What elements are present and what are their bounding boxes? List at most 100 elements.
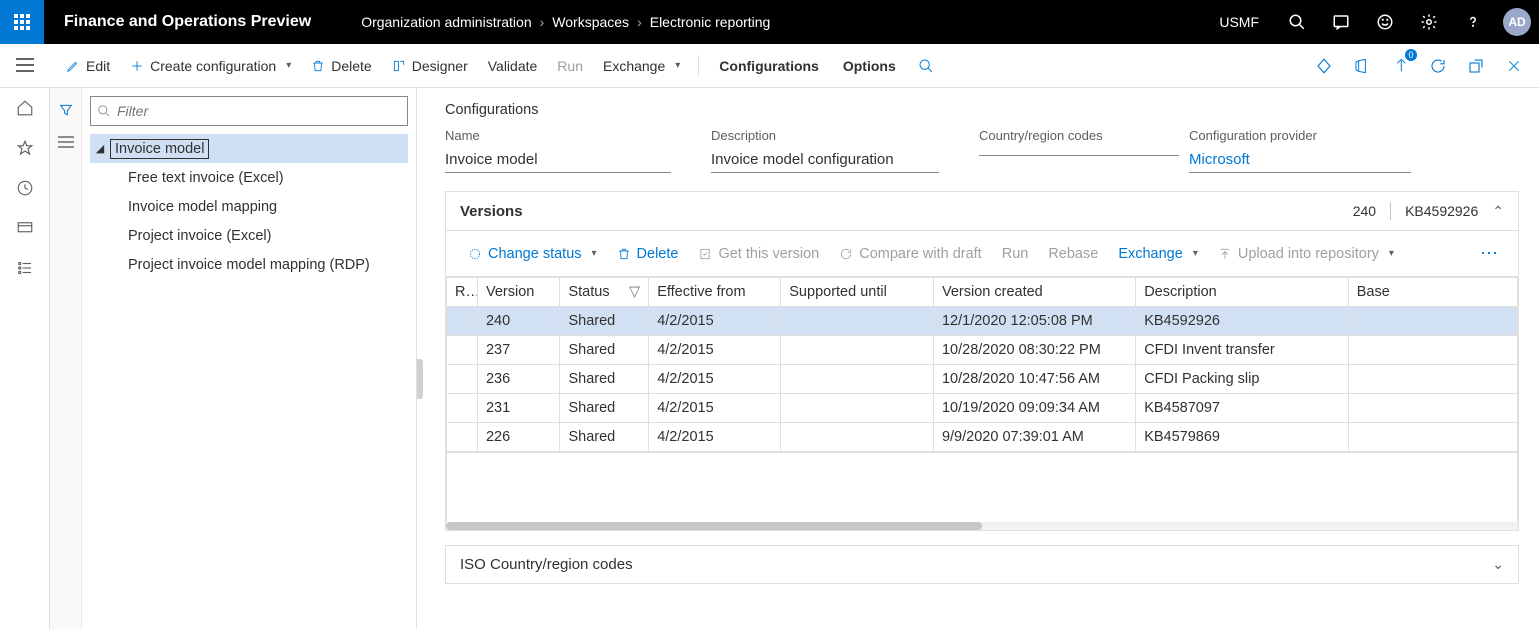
edit-button[interactable]: Edit	[56, 52, 120, 80]
options-tab[interactable]: Options	[831, 52, 908, 80]
change-status-button[interactable]: Change status▾	[458, 242, 607, 266]
cell-version[interactable]: 236	[477, 365, 560, 394]
col-header-base[interactable]: Base	[1348, 278, 1517, 307]
cell-base[interactable]	[1348, 336, 1517, 365]
cell-effective[interactable]: 4/2/2015	[649, 423, 781, 452]
cell-created[interactable]: 10/19/2020 09:09:34 AM	[933, 394, 1135, 423]
workspace-icon[interactable]	[0, 208, 50, 248]
table-row[interactable]: 231Shared4/2/2015 10/19/2020 09:09:34 AMK…	[447, 394, 1518, 423]
cell-effective[interactable]: 4/2/2015	[649, 365, 781, 394]
company-code[interactable]: USMF	[1219, 14, 1259, 30]
cell-version[interactable]: 240	[477, 307, 560, 336]
create-configuration-button[interactable]: Create configuration▾	[120, 52, 301, 80]
home-icon[interactable]	[0, 88, 50, 128]
cell-version[interactable]: 226	[477, 423, 560, 452]
cell-status[interactable]: Shared	[560, 336, 649, 365]
cell-created[interactable]: 10/28/2020 10:47:56 AM	[933, 365, 1135, 394]
cell-r[interactable]	[447, 394, 478, 423]
chevron-up-icon[interactable]: ⌃	[1492, 203, 1504, 220]
col-header-version[interactable]: Version	[477, 278, 560, 307]
cell-supported[interactable]	[781, 336, 934, 365]
cell-created[interactable]: 9/9/2020 07:39:01 AM	[933, 423, 1135, 452]
favorite-icon[interactable]	[0, 128, 50, 168]
cell-desc[interactable]: CFDI Packing slip	[1136, 365, 1349, 394]
breadcrumb-2[interactable]: Electronic reporting	[650, 14, 771, 30]
avatar[interactable]: AD	[1503, 8, 1531, 36]
table-row[interactable]: 237Shared4/2/2015 10/28/2020 08:30:22 PMC…	[447, 336, 1518, 365]
tree-node-project-invoice[interactable]: Project invoice (Excel)	[90, 221, 408, 250]
cell-desc[interactable]: KB4587097	[1136, 394, 1349, 423]
delete-button[interactable]: Delete	[301, 52, 381, 80]
breadcrumb-0[interactable]: Organization administration	[361, 14, 531, 30]
cell-r[interactable]	[447, 307, 478, 336]
filter-icon[interactable]: ▽	[629, 284, 640, 300]
filter-input[interactable]	[117, 103, 401, 119]
gear-icon[interactable]	[1407, 0, 1451, 44]
cell-effective[interactable]: 4/2/2015	[649, 336, 781, 365]
field-value-link[interactable]: Microsoft	[1189, 149, 1411, 173]
table-row[interactable]: 240Shared4/2/201512/1/2020 12:05:08 PMKB…	[447, 307, 1518, 336]
designer-button[interactable]: Designer	[382, 52, 478, 80]
configurations-tab[interactable]: Configurations	[707, 52, 831, 80]
search-icon[interactable]	[1275, 0, 1319, 44]
cell-effective[interactable]: 4/2/2015	[649, 307, 781, 336]
nav-toggle-button[interactable]	[0, 44, 50, 88]
cell-created[interactable]: 10/28/2020 08:30:22 PM	[933, 336, 1135, 365]
tree-node-invoice-model[interactable]: ◢ Invoice model	[90, 134, 408, 163]
attach-icon[interactable]: 0	[1381, 47, 1419, 85]
cell-supported[interactable]	[781, 365, 934, 394]
horizontal-scrollbar[interactable]	[446, 522, 1518, 530]
recent-icon[interactable]	[0, 168, 50, 208]
cell-status[interactable]: Shared	[560, 394, 649, 423]
toolbar-search-button[interactable]	[908, 52, 944, 80]
refresh-icon[interactable]	[1419, 47, 1457, 85]
message-icon[interactable]	[1319, 0, 1363, 44]
tree-collapse-icon[interactable]: ◢	[90, 142, 110, 155]
cell-desc[interactable]: KB4579869	[1136, 423, 1349, 452]
col-header-effective[interactable]: Effective from	[649, 278, 781, 307]
cell-status[interactable]: Shared	[560, 423, 649, 452]
cell-base[interactable]	[1348, 423, 1517, 452]
field-value[interactable]: Invoice model configuration	[711, 149, 939, 173]
field-value[interactable]: Invoice model	[445, 149, 671, 173]
cell-effective[interactable]: 4/2/2015	[649, 394, 781, 423]
cell-base[interactable]	[1348, 394, 1517, 423]
splitter-handle[interactable]	[417, 359, 423, 399]
cell-supported[interactable]	[781, 423, 934, 452]
diamond-icon[interactable]	[1305, 47, 1343, 85]
popout-icon[interactable]	[1457, 47, 1495, 85]
col-header-desc[interactable]: Description	[1136, 278, 1349, 307]
tree-node-model-mapping[interactable]: Invoice model mapping	[90, 192, 408, 221]
app-launcher[interactable]	[0, 0, 44, 44]
cell-r[interactable]	[447, 365, 478, 394]
versions-delete-button[interactable]: Delete	[607, 242, 689, 266]
cell-status[interactable]: Shared	[560, 365, 649, 394]
versions-header[interactable]: Versions 240 KB4592926 ⌃	[446, 192, 1518, 231]
cell-desc[interactable]: CFDI Invent transfer	[1136, 336, 1349, 365]
cell-r[interactable]	[447, 336, 478, 365]
field-value[interactable]	[979, 149, 1179, 156]
iso-header[interactable]: ISO Country/region codes ⌄	[446, 546, 1518, 583]
validate-button[interactable]: Validate	[478, 52, 548, 80]
tree-node-free-text[interactable]: Free text invoice (Excel)	[90, 163, 408, 192]
modules-icon[interactable]	[0, 248, 50, 288]
filter-input-wrap[interactable]	[90, 96, 408, 126]
col-header-r[interactable]: R...	[447, 278, 478, 307]
table-row[interactable]: 226Shared4/2/2015 9/9/2020 07:39:01 AMKB4…	[447, 423, 1518, 452]
cell-version[interactable]: 237	[477, 336, 560, 365]
help-icon[interactable]	[1451, 0, 1495, 44]
col-header-created[interactable]: Version created	[933, 278, 1135, 307]
lines-icon[interactable]	[52, 128, 80, 156]
smiley-icon[interactable]	[1363, 0, 1407, 44]
breadcrumb-1[interactable]: Workspaces	[552, 14, 629, 30]
cell-version[interactable]: 231	[477, 394, 560, 423]
more-actions-button[interactable]: ⋯	[1472, 239, 1506, 268]
exchange-button[interactable]: Exchange▾	[593, 52, 690, 80]
cell-status[interactable]: Shared	[560, 307, 649, 336]
cell-base[interactable]	[1348, 307, 1517, 336]
cell-desc[interactable]: KB4592926	[1136, 307, 1349, 336]
close-icon[interactable]	[1495, 47, 1533, 85]
cell-r[interactable]	[447, 423, 478, 452]
col-header-status[interactable]: Status▽	[560, 278, 649, 307]
cell-supported[interactable]	[781, 394, 934, 423]
